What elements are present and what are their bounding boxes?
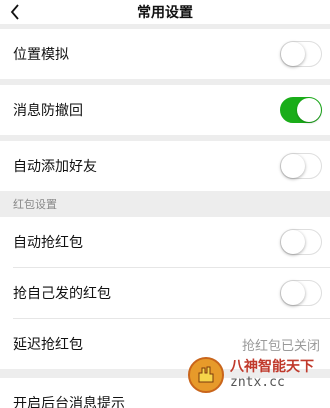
toggle-knob [281,154,305,178]
watermark-logo-icon [188,357,224,393]
anti-recall-toggle[interactable] [280,97,322,123]
toggle-knob [297,98,321,122]
chevron-left-icon [10,4,19,20]
row-label: 自动添加好友 [13,159,97,175]
nav-header: 常用设置 [0,0,330,24]
row-label: 抢自己发的红包 [13,286,111,302]
row-label: 开启后台消息提示 [13,396,125,408]
grab-own-toggle[interactable] [280,280,322,306]
row-label: 自动抢红包 [13,235,83,251]
section-red-packet: 红包设置 [0,191,330,217]
toggle-knob [281,281,305,305]
group-anti-recall: 消息防撤回 [0,85,330,135]
watermark-domain: zntx.cc [230,374,285,390]
row-location-mock[interactable]: 位置模拟 [0,29,330,79]
toggle-knob [281,42,305,66]
row-label: 位置模拟 [13,47,69,63]
row-label: 消息防撤回 [13,103,83,119]
group-red-packet: 自动抢红包 抢自己发的红包 延迟抢红包 抢红包已关闭 [0,217,330,369]
page-title: 常用设置 [137,5,193,21]
toggle-knob [281,230,305,254]
row-auto-grab[interactable]: 自动抢红包 [0,217,330,267]
group-auto-add: 自动添加好友 [0,141,330,191]
hand-sign-icon [198,366,214,383]
delay-grab-value: 抢红包已关闭 [241,338,320,354]
watermark-brand: 八神智能天下 [230,359,314,376]
watermark: 八神智能天下 zntx.cc [188,354,326,396]
row-label: 延迟抢红包 [13,337,83,353]
group-location: 位置模拟 [0,29,330,79]
row-anti-recall[interactable]: 消息防撤回 [0,85,330,135]
row-auto-add-friend[interactable]: 自动添加好友 [0,141,330,191]
location-mock-toggle[interactable] [280,41,322,67]
auto-grab-toggle[interactable] [280,229,322,255]
watermark-text: 八神智能天下 zntx.cc [230,359,314,390]
back-button[interactable] [10,0,20,24]
auto-add-friend-toggle[interactable] [280,153,322,179]
row-grab-own[interactable]: 抢自己发的红包 [0,268,330,318]
